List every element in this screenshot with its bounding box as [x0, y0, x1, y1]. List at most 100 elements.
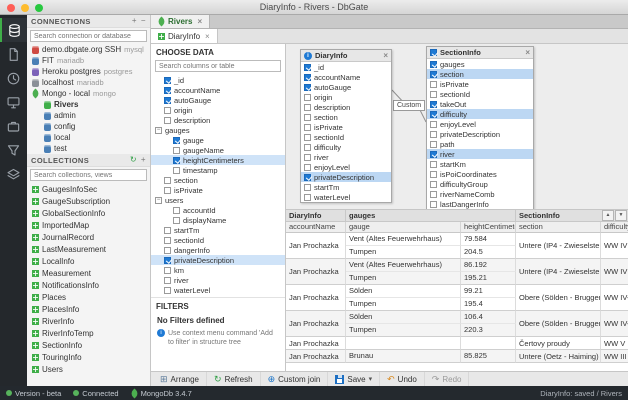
tree-group-row[interactable]: − gauges — [151, 125, 285, 135]
tree-group-row[interactable]: − users — [151, 195, 285, 205]
entity-field[interactable]: difficulty — [427, 109, 533, 119]
entity-field[interactable]: accountName — [301, 72, 391, 82]
save-button[interactable]: Save ▾ — [328, 372, 381, 386]
column-header-cell[interactable]: section — [516, 222, 601, 233]
collection-item[interactable]: GaugesInfoSec — [27, 183, 150, 195]
connections-search-input[interactable] — [30, 30, 147, 42]
collection-item[interactable]: LocalInfo — [27, 255, 150, 267]
checkbox-icon[interactable] — [430, 150, 437, 158]
collection-item[interactable]: ImportedMap — [27, 219, 150, 231]
checkbox-icon[interactable] — [173, 156, 180, 164]
checkbox-icon[interactable] — [304, 103, 311, 111]
custom-join-button[interactable]: ⊕ Custom join — [261, 372, 329, 386]
scroll-down-icon[interactable]: ▼ — [615, 210, 627, 221]
database-item[interactable]: local — [27, 132, 150, 143]
connection-item[interactable]: demo.dbgate.org SSH mysql — [27, 44, 150, 55]
entity-field[interactable]: river — [301, 152, 391, 162]
zoom-window-button[interactable] — [35, 3, 43, 12]
tree-field-row[interactable]: river — [151, 275, 285, 285]
connection-item[interactable]: FIT mariadb — [27, 55, 150, 66]
checkbox-icon[interactable] — [304, 143, 311, 151]
database-item[interactable]: config — [27, 121, 150, 132]
archive-icon[interactable] — [0, 114, 27, 138]
refresh-button[interactable]: ↻ Refresh — [207, 372, 261, 386]
checkbox-icon[interactable] — [164, 106, 171, 114]
entity-field[interactable]: enjoyLevel — [301, 162, 391, 172]
checkbox-icon[interactable] — [304, 73, 311, 81]
cell-section[interactable]: Čertovy proudy — [516, 337, 601, 350]
cell-gauge[interactable] — [346, 337, 461, 350]
collection-item[interactable]: RiverInfo — [27, 315, 150, 327]
entity-field[interactable]: isPrivate — [427, 79, 533, 89]
cell-account-name[interactable]: Jan Prochazka — [286, 285, 346, 311]
entity-field[interactable]: autoGauge — [301, 82, 391, 92]
cell-gauge[interactable]: Sölden — [346, 311, 461, 324]
connection-item[interactable]: Mongo - local mongo — [27, 88, 150, 99]
collapse-icon[interactable]: − — [141, 17, 146, 25]
tree-field-row[interactable]: accountName — [151, 85, 285, 95]
entity-field[interactable]: isPoiCoordinates — [427, 169, 533, 179]
entity-diaryinfo[interactable]: DiaryInfo×_idaccountNameautoGaugeorigind… — [300, 49, 392, 203]
entity-field[interactable]: startKm — [427, 159, 533, 169]
checkbox-icon[interactable] — [164, 286, 171, 294]
entity-field[interactable]: path — [427, 139, 533, 149]
collection-item[interactable]: Users — [27, 363, 150, 375]
join-type-chip[interactable]: Custom — [393, 100, 426, 111]
refresh-icon[interactable]: ↻ — [130, 156, 137, 164]
entity-field[interactable]: sectionId — [427, 89, 533, 99]
cell-section[interactable]: Untere (Oetz - Haiming) — [516, 350, 601, 363]
collection-item[interactable]: GlobalSectionInfo — [27, 207, 150, 219]
collection-item[interactable]: Measurement — [27, 267, 150, 279]
cell-difficulty[interactable]: WW IV — [601, 233, 628, 259]
checkbox-icon[interactable] — [430, 130, 437, 138]
checkbox-icon[interactable] — [164, 86, 171, 94]
history-icon[interactable] — [0, 66, 27, 90]
undo-button[interactable]: ↶ Undo — [380, 372, 425, 386]
tree-field-row[interactable]: origin — [151, 105, 285, 115]
entity-field[interactable]: riverNameComb — [427, 189, 533, 199]
entity-field[interactable]: _id — [301, 62, 391, 72]
cell-height-centimeters[interactable]: 195.4 — [461, 298, 516, 311]
cell-height-centimeters[interactable]: 99.21 — [461, 285, 516, 298]
checkbox-icon[interactable] — [164, 186, 171, 194]
checkbox-icon[interactable] — [430, 170, 437, 178]
arrange-button[interactable]: ⊞ Arrange — [153, 372, 208, 386]
collection-item[interactable]: Places — [27, 291, 150, 303]
columns-search-input[interactable] — [155, 60, 281, 72]
connection-item[interactable]: Heroku postgres postgres — [27, 66, 150, 77]
checkbox-icon[interactable] — [304, 193, 311, 201]
cell-gauge[interactable]: Tumpen — [346, 298, 461, 311]
cell-difficulty[interactable]: WW V — [601, 337, 628, 350]
column-header-cell[interactable]: difficulty — [601, 222, 628, 233]
entity-field[interactable]: startTm — [301, 182, 391, 192]
expander-icon[interactable]: − — [155, 126, 162, 134]
add-icon[interactable]: + — [132, 17, 137, 25]
tree-field-row[interactable]: dangerInfo — [151, 245, 285, 255]
entity-field[interactable]: river — [427, 149, 533, 159]
checkbox-icon[interactable] — [430, 120, 437, 128]
cell-gauge[interactable]: Tumpen — [346, 246, 461, 259]
cell-section[interactable]: Obere (Sölden - Brugger Brücke) — [516, 285, 601, 311]
entity-field[interactable]: lastDangerInfo — [427, 199, 533, 209]
group-header-cell[interactable]: gauges — [346, 210, 516, 222]
checkbox-icon[interactable] — [164, 76, 171, 84]
checkbox-icon[interactable] — [430, 80, 437, 88]
tree-field-row[interactable]: displayName — [151, 215, 285, 225]
plugins-icon[interactable] — [0, 162, 27, 186]
cell-difficulty[interactable]: WW IV — [601, 259, 628, 285]
redo-button[interactable]: ↷ Redo — [425, 372, 470, 386]
entity-header[interactable]: DiaryInfo × — [301, 50, 391, 62]
tree-field-row[interactable]: gauge — [151, 135, 285, 145]
checkbox-icon[interactable] — [430, 180, 437, 188]
tree-field-row[interactable]: km — [151, 265, 285, 275]
cell-account-name[interactable]: Jan Prochazka — [286, 337, 346, 350]
collection-item[interactable]: LastMeasurement — [27, 243, 150, 255]
tree-field-row[interactable]: gaugeName — [151, 145, 285, 155]
connections-icon[interactable] — [0, 18, 27, 42]
checkbox-icon[interactable] — [164, 176, 171, 184]
entity-field[interactable]: section — [301, 112, 391, 122]
close-icon[interactable]: × — [525, 48, 530, 57]
cell-height-centimeters[interactable]: 79.584 — [461, 233, 516, 246]
checkbox-icon[interactable] — [173, 166, 180, 174]
database-item[interactable]: admin — [27, 110, 150, 121]
